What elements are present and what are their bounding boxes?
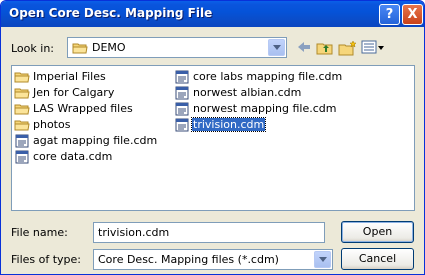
folder-icon	[72, 43, 88, 54]
file-name: photos	[33, 118, 71, 131]
folder-icon	[14, 72, 30, 82]
file-item[interactable]: norwest albian.cdm	[174, 85, 302, 100]
open-file-dialog: Open Core Desc. Mapping File ? X Look in…	[0, 0, 425, 275]
cdm-file-icon	[15, 150, 29, 163]
file-name: Imperial Files	[33, 70, 106, 83]
window-title: Open Core Desc. Mapping File	[9, 6, 213, 20]
file-item-selected[interactable]: trivision.cdm	[174, 117, 267, 132]
close-button[interactable]: X	[402, 4, 423, 25]
files-of-type-dropdown[interactable]: Core Desc. Mapping files (*.cdm)	[93, 249, 333, 270]
file-list[interactable]: Imperial Files Jen for Calgary LAS Wrapp…	[11, 65, 415, 211]
cancel-button[interactable]: Cancel	[341, 248, 414, 270]
file-name: Jen for Calgary	[33, 86, 115, 99]
file-item[interactable]: norwest mapping file.cdm	[174, 101, 337, 116]
file-item[interactable]: core data.cdm	[14, 149, 113, 164]
look-in-dropdown-arrow[interactable]	[268, 39, 285, 56]
cdm-file-icon	[175, 70, 189, 83]
look-in-label: Look in:	[11, 42, 54, 55]
files-of-type-dropdown-arrow[interactable]	[314, 251, 331, 268]
cdm-file-icon	[175, 102, 189, 115]
file-name-label: File name:	[11, 226, 68, 239]
folder-icon	[14, 120, 30, 130]
file-name: norwest mapping file.cdm	[193, 102, 337, 115]
file-name: core labs mapping file.cdm	[193, 70, 343, 83]
cdm-file-icon	[175, 86, 189, 99]
folder-item[interactable]: photos	[14, 117, 71, 132]
cdm-file-icon	[175, 118, 189, 131]
chevron-down-icon	[273, 45, 281, 50]
title-bar[interactable]: Open Core Desc. Mapping File ? X	[1, 1, 424, 27]
folder-icon	[14, 104, 30, 114]
chevron-down-icon	[319, 257, 327, 262]
cdm-file-icon	[15, 134, 29, 147]
files-of-type-label: Files of type:	[11, 253, 82, 266]
look-in-dropdown[interactable]: DEMO	[67, 37, 287, 58]
files-of-type-value: Core Desc. Mapping files (*.cdm)	[98, 253, 279, 266]
file-item[interactable]: agat mapping file.cdm	[14, 133, 158, 148]
folder-item[interactable]: Imperial Files	[14, 69, 107, 84]
up-folder-icon[interactable]	[316, 40, 334, 56]
file-name: norwest albian.cdm	[193, 86, 302, 99]
folder-item[interactable]: Jen for Calgary	[14, 85, 115, 100]
file-name-input[interactable]	[94, 223, 324, 242]
file-name-field[interactable]	[93, 222, 325, 243]
folder-icon	[14, 88, 30, 98]
file-name: agat mapping file.cdm	[33, 134, 158, 147]
new-folder-icon[interactable]	[338, 40, 358, 56]
back-arrow-icon[interactable]	[296, 40, 312, 54]
folder-item[interactable]: LAS Wrapped files	[14, 101, 134, 116]
view-menu-icon[interactable]	[361, 40, 385, 54]
help-button[interactable]: ?	[379, 4, 400, 25]
file-item[interactable]: core labs mapping file.cdm	[174, 69, 343, 84]
file-name: LAS Wrapped files	[33, 102, 133, 115]
look-in-value: DEMO	[92, 41, 126, 54]
open-button[interactable]: Open	[341, 221, 414, 243]
file-name: core data.cdm	[33, 150, 113, 163]
file-name: trivision.cdm	[190, 117, 267, 132]
